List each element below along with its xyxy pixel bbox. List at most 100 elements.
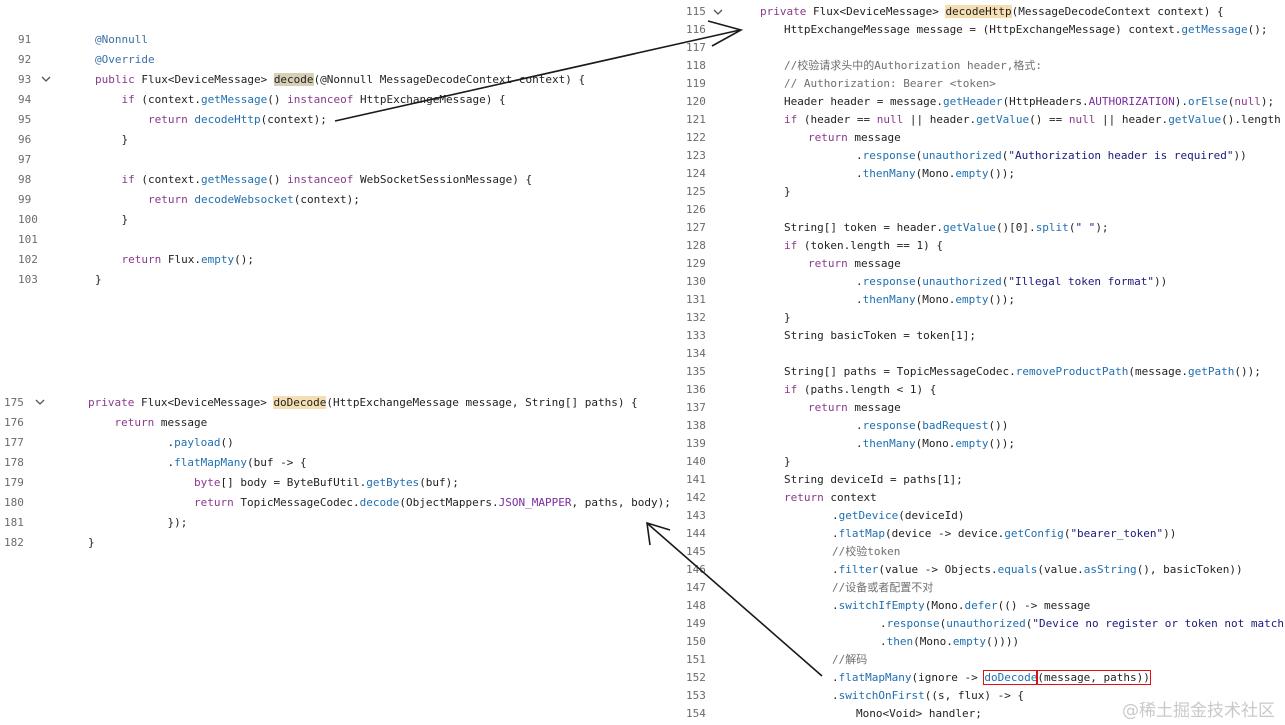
fold-chevron-icon[interactable]	[40, 70, 54, 90]
code-text: if (paths.length < 1) {	[784, 381, 936, 399]
code-token: decodeHttp	[194, 113, 261, 126]
code-line: 180 return TopicMessageCodec.decode(Objec…	[0, 493, 680, 513]
code-token: (HttpExchangeMessage message, String[] p…	[326, 396, 638, 409]
code-token: //解码	[832, 653, 868, 666]
code-text: .switchIfEmpty(Mono.defer(() -> message	[832, 597, 1090, 615]
code-token: Flux.	[167, 253, 201, 266]
code-token: //校验token	[832, 545, 901, 558]
code-line: 93 public Flux<DeviceMessage> decode(@Non…	[0, 70, 640, 90]
code-line: 123 .response(unauthorized("Authorization…	[680, 147, 1285, 165]
code-token: getValue	[1168, 113, 1222, 126]
line-number: 146	[686, 563, 706, 576]
code-text: .response(unauthorized("Illegal token fo…	[856, 273, 1167, 291]
fold-chevron-icon[interactable]	[712, 3, 726, 23]
code-token: empty	[952, 635, 986, 648]
line-number: 130	[686, 275, 706, 288]
code-line: 132}	[680, 309, 1285, 327]
code-token: (message.	[1128, 365, 1188, 378]
code-text: return context	[784, 489, 877, 507]
code-text: String deviceId = paths[1];	[784, 471, 963, 489]
code-token: //校验请求头中的Authorization header,格式:	[784, 59, 1042, 72]
code-token: badRequest	[922, 419, 989, 432]
code-line: 133 String basicToken = token[1];	[680, 327, 1285, 345]
code-token: (value -> Objects.	[878, 563, 998, 576]
line-number: 181	[4, 516, 24, 529]
code-token: ());	[1234, 365, 1261, 378]
line-number: 118	[686, 59, 706, 72]
code-line: 128 if (token.length == 1) {	[680, 237, 1285, 255]
code-text: @Nonnull	[95, 30, 148, 50]
line-number: 137	[686, 401, 706, 414]
code-line: 118 //校验请求头中的Authorization header,格式:	[680, 57, 1285, 75]
code-line: 103}	[0, 270, 640, 290]
code-token: (context);	[293, 193, 360, 206]
code-token: (header ==	[803, 113, 877, 126]
code-token: .	[832, 671, 839, 684]
line-number: 127	[686, 221, 706, 234]
code-line: 117	[680, 39, 1285, 57]
code-token: response	[886, 617, 940, 630]
code-token: if	[784, 239, 804, 252]
code-token: if	[121, 93, 142, 106]
code-token: message	[854, 401, 901, 414]
code-token: message	[160, 416, 208, 429]
code-token: (value.	[1037, 563, 1084, 576]
code-token: flatMapMany	[838, 671, 912, 684]
code-token: .	[856, 419, 863, 432]
code-text: String[] paths = TopicMessageCodec.remov…	[784, 363, 1261, 381]
code-line: 135 String[] paths = TopicMessageCodec.re…	[680, 363, 1285, 381]
code-token: .	[856, 437, 863, 450]
line-number: 101	[18, 233, 38, 246]
code-token: TopicMessageCodec.	[240, 496, 360, 509]
code-line: 147 //设备或者配置不对	[680, 579, 1285, 597]
code-text: if (header == null || header.getValue() …	[784, 111, 1285, 129]
code-token: ();	[234, 253, 254, 266]
code-token: ());	[988, 437, 1015, 450]
code-token: private	[88, 396, 141, 409]
line-number: 117	[686, 41, 706, 54]
line-number: 148	[686, 599, 706, 612]
code-token: (@Nonnull MessageDecodeContext context) …	[313, 73, 586, 86]
code-token: return	[114, 416, 161, 429]
code-line: 145 //校验token	[680, 543, 1285, 561]
code-token: .	[880, 617, 887, 630]
line-number: 129	[686, 257, 706, 270]
code-token: return	[808, 401, 855, 414]
line-number: 121	[686, 113, 706, 126]
code-text: Mono<Void> handler;	[856, 705, 982, 723]
code-line: 120 Header header = message.getHeader(Htt…	[680, 93, 1285, 111]
code-line: 131 .thenMany(Mono.empty());	[680, 291, 1285, 309]
code-token: getDevice	[838, 509, 899, 522]
code-token: byte	[194, 476, 221, 489]
code-text: }	[122, 130, 129, 150]
code-token: ((s, flux) -> {	[924, 689, 1025, 702]
fold-chevron-icon[interactable]	[34, 393, 48, 413]
code-token: .	[832, 527, 839, 540]
code-token: " "	[1075, 221, 1096, 234]
code-token: (Mono.	[915, 293, 956, 306]
code-line: 176 return message	[0, 413, 680, 433]
code-token: ();	[1247, 23, 1268, 36]
code-line: 124 .thenMany(Mono.empty());	[680, 165, 1285, 183]
line-number: 180	[4, 496, 24, 509]
line-number: 140	[686, 455, 706, 468]
code-text: if (context.getMessage() instanceof Http…	[122, 90, 506, 110]
code-token: context	[830, 491, 877, 504]
code-token: );	[1095, 221, 1109, 234]
code-token: String basicToken = token[1];	[784, 329, 977, 342]
code-token: );	[1260, 95, 1275, 108]
code-token: ()[0].	[995, 221, 1036, 234]
code-line: 179 byte[] body = ByteBufUtil.getBytes(bu…	[0, 473, 680, 493]
line-number: 124	[686, 167, 706, 180]
code-token: String deviceId = paths[1];	[784, 473, 963, 486]
code-token: decodeHttp	[945, 5, 1012, 18]
code-token: defer	[964, 599, 998, 612]
code-token: "bearer_token"	[1070, 527, 1164, 540]
code-line: 141 String deviceId = paths[1];	[680, 471, 1285, 489]
line-number: 147	[686, 581, 706, 594]
code-text: String basicToken = token[1];	[784, 327, 976, 345]
code-token: getConfig	[1004, 527, 1064, 540]
code-token: .	[856, 293, 863, 306]
code-line: 137 return message	[680, 399, 1285, 417]
code-text: .getDevice(deviceId)	[832, 507, 964, 525]
